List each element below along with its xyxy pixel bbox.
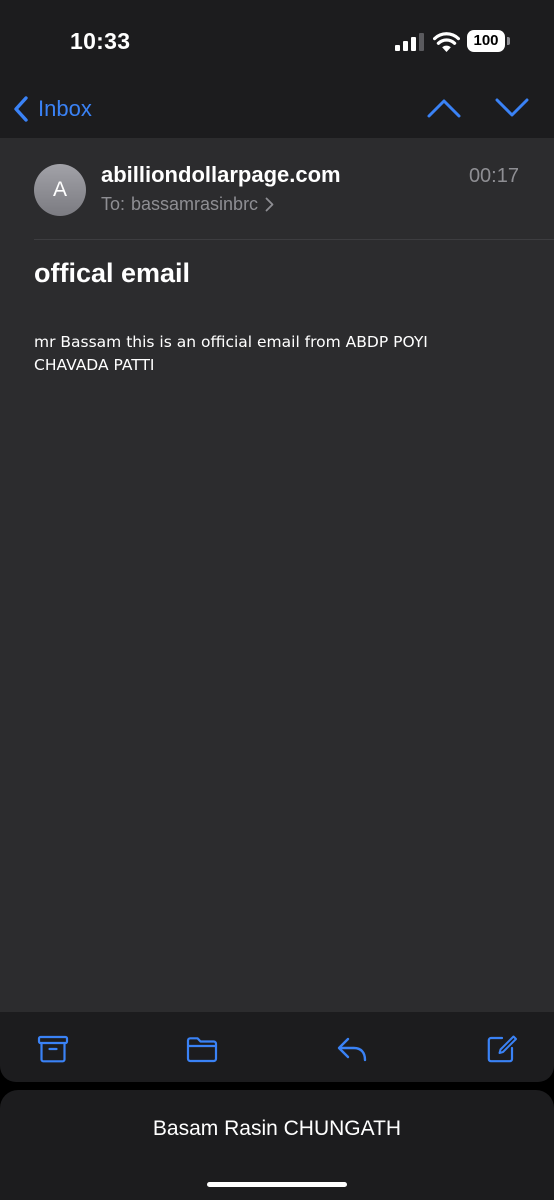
to-label: To: xyxy=(101,194,126,214)
email-time: 00:17 xyxy=(468,165,519,187)
chevron-right-icon xyxy=(265,197,274,212)
email-subject: offical email xyxy=(34,258,191,288)
chevron-up-icon[interactable] xyxy=(426,96,462,120)
chevron-left-icon xyxy=(14,96,28,122)
folder-icon[interactable] xyxy=(186,1034,218,1064)
reply-icon[interactable] xyxy=(336,1034,368,1064)
back-label: Inbox xyxy=(38,96,92,121)
archive-icon[interactable] xyxy=(37,1034,69,1064)
battery-icon: 100 xyxy=(467,30,505,52)
bottom-toolbar xyxy=(0,1012,554,1082)
compose-icon[interactable] xyxy=(486,1034,518,1064)
battery-tip xyxy=(507,37,510,45)
status-bar: 10:33 100 xyxy=(0,0,554,80)
email-body: mr Bassam this is an official email from… xyxy=(34,333,428,374)
home-indicator[interactable] xyxy=(207,1182,347,1187)
wifi-icon xyxy=(433,32,460,52)
email-content: A abilliondollarpage.com 00:17 To: bassa… xyxy=(0,138,554,1012)
recipient-row[interactable]: To: bassamrasinbrc xyxy=(101,194,274,215)
account-name: Basam Rasin CHUNGATH xyxy=(152,1117,402,1140)
sender-name[interactable]: abilliondollarpage.com xyxy=(101,162,341,188)
status-time: 10:33 xyxy=(70,28,131,54)
chevron-down-icon[interactable] xyxy=(494,96,530,120)
recipient: bassamrasinbrc xyxy=(131,194,259,214)
avatar[interactable]: A xyxy=(34,164,86,216)
back-button[interactable]: Inbox xyxy=(12,92,92,126)
nav-bar: Inbox xyxy=(0,80,554,138)
signal-icon xyxy=(395,33,424,51)
account-banner[interactable]: Basam Rasin CHUNGATH xyxy=(0,1090,554,1200)
divider xyxy=(34,239,554,240)
